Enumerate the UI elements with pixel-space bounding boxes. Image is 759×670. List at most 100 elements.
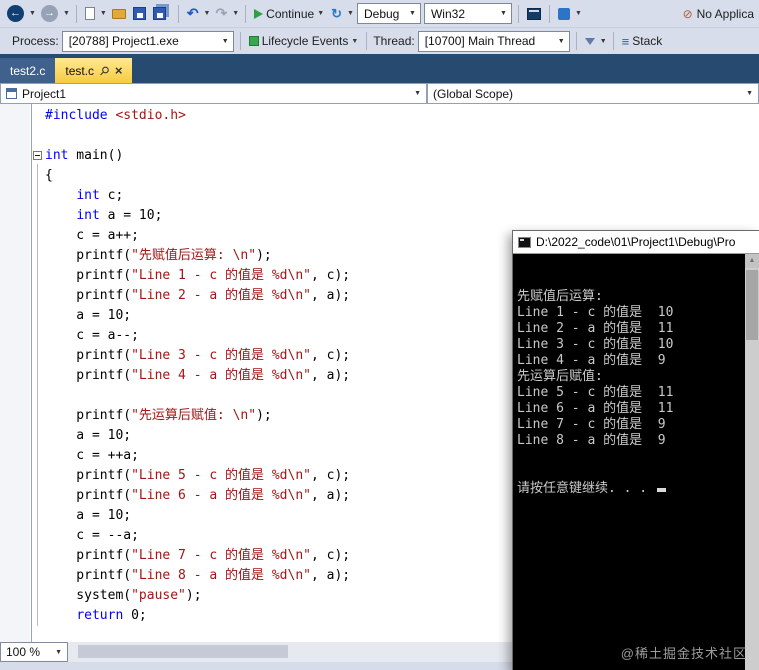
console-output: 先赋值后运算: Line 1 - c 的值是 10 Line 2 - a 的值是 1… xyxy=(513,254,745,670)
console-line: Line 7 - c 的值是 9 xyxy=(517,417,666,432)
application-insights-button[interactable]: ⊘ No Applica xyxy=(683,7,754,21)
funnel-caret-icon[interactable]: ▼ xyxy=(600,38,607,45)
chevron-down-icon: ▼ xyxy=(409,10,416,17)
editor-navigation-bar: Project1 ▼ (Global Scope) ▼ xyxy=(0,83,759,104)
document-tab-strip: test2.c test.c ⚲ × xyxy=(0,54,759,83)
zoom-combo[interactable]: 100 % ▼ xyxy=(0,642,68,662)
undo-button[interactable]: ↶ xyxy=(185,4,201,23)
code-line: { xyxy=(45,168,53,183)
diagnostics-button[interactable] xyxy=(556,7,572,21)
chevron-down-icon: ▼ xyxy=(500,10,507,17)
scroll-up-icon[interactable]: ▲ xyxy=(745,254,759,268)
stack-frame-button[interactable]: ≡ Stack xyxy=(620,33,665,50)
navigate-backward-button[interactable]: ← xyxy=(5,4,26,23)
lifecycle-events-icon xyxy=(248,36,259,46)
toolbar-separator xyxy=(548,4,550,23)
console-scrollbar[interactable]: ▲ xyxy=(745,254,759,670)
console-title-bar[interactable]: D:\2022_code\01\Project1\Debug\Pro xyxy=(513,231,759,254)
diagnostics-caret-icon[interactable]: ▼ xyxy=(575,10,582,17)
save-button[interactable] xyxy=(131,6,148,21)
scope-dropdown-value: (Global Scope) xyxy=(433,86,514,101)
visual-studio-window: ← ▼ → ▼ ▼ ↶ ▼ ↷ ▼ Continue ▼ ↻ ▼ Debug ▼… xyxy=(0,0,759,670)
code-line: int c; xyxy=(76,188,124,203)
immediate-window-button[interactable] xyxy=(525,7,543,21)
toolbar-separator xyxy=(366,32,368,50)
process-combo[interactable]: [20788] Project1.exe ▼ xyxy=(61,30,234,52)
console-line: Line 4 - a 的值是 9 xyxy=(517,353,666,368)
no-application-icon: ⊘ xyxy=(682,6,693,21)
console-window-icon xyxy=(526,7,541,20)
console-line: Line 3 - c 的值是 10 xyxy=(517,337,674,352)
new-file-button[interactable] xyxy=(83,6,97,21)
outline-guide-line xyxy=(37,164,38,626)
console-line: 先赋值后运算: xyxy=(517,289,603,304)
editor-margin xyxy=(0,104,30,642)
chevron-down-icon: ▼ xyxy=(746,90,753,97)
close-icon[interactable]: × xyxy=(115,64,123,77)
solution-platform-combo[interactable]: Win32 ▼ xyxy=(423,3,512,24)
tab-label: test.c xyxy=(65,63,95,78)
code-line: c = ++a; xyxy=(45,448,139,463)
open-file-button[interactable] xyxy=(110,8,128,20)
redo-button[interactable]: ↷ xyxy=(213,4,229,23)
chevron-down-icon: ▼ xyxy=(55,648,62,656)
restart-button[interactable]: ↻ xyxy=(329,5,344,23)
process-label: Process: xyxy=(12,34,59,48)
code-line: printf("先运算后赋值: \n"); xyxy=(45,408,272,423)
restart-icon: ↻ xyxy=(331,5,343,21)
code-line: printf("Line 5 - c 的值是 %d\n", c); xyxy=(45,468,351,483)
console-line: Line 6 - a 的值是 11 xyxy=(517,401,674,416)
console-line: Line 5 - c 的值是 11 xyxy=(517,385,674,400)
flag-threads-button[interactable] xyxy=(583,37,597,46)
thread-label: Thread: xyxy=(373,34,415,48)
restart-caret-icon[interactable]: ▼ xyxy=(347,10,354,17)
solution-configuration-combo[interactable]: Debug ▼ xyxy=(356,3,421,24)
console-window: D:\2022_code\01\Project1\Debug\Pro 先赋值后运… xyxy=(512,230,759,670)
code-line: printf("Line 1 - c 的值是 %d\n", c); xyxy=(45,268,351,283)
console-lines: 先赋值后运算: Line 1 - c 的值是 10 Line 2 - a 的值是 1… xyxy=(517,289,745,449)
undo-caret-icon[interactable]: ▼ xyxy=(204,10,211,17)
project-dropdown[interactable]: Project1 ▼ xyxy=(0,83,427,104)
console-scrollbar-thumb[interactable] xyxy=(746,270,758,340)
tab-test-c[interactable]: test.c ⚲ × xyxy=(55,58,133,83)
toolbar-separator xyxy=(612,32,614,50)
redo-caret-icon[interactable]: ▼ xyxy=(232,10,239,17)
lifecycle-events-button[interactable]: Lifecycle Events ▼ xyxy=(247,33,361,49)
continue-label: Continue xyxy=(266,6,315,21)
toolbar-separator xyxy=(517,4,519,23)
navigate-forward-button[interactable]: → xyxy=(39,4,60,23)
back-history-caret-icon[interactable]: ▼ xyxy=(29,10,36,17)
thread-combo[interactable]: [10700] Main Thread ▼ xyxy=(417,30,570,52)
code-line: a = 10; xyxy=(45,428,132,443)
code-line: printf("先赋值后运算: \n"); xyxy=(45,248,272,263)
console-title: D:\2022_code\01\Project1\Debug\Pro xyxy=(536,235,736,249)
tab-label: test2.c xyxy=(10,63,46,78)
toolbar-separator xyxy=(177,4,179,23)
console-line: 先运算后赋值: xyxy=(517,369,603,384)
new-file-caret-icon[interactable]: ▼ xyxy=(100,10,107,17)
zoom-value: 100 % xyxy=(6,645,41,659)
code-line: return 0; xyxy=(76,608,147,623)
horizontal-scrollbar-thumb[interactable] xyxy=(78,645,288,658)
diagnostics-icon xyxy=(557,7,570,20)
continue-button[interactable]: Continue ▼ xyxy=(252,6,326,22)
toolbar-debug-location: Process: [20788] Project1.exe ▼ Lifecycl… xyxy=(0,27,759,54)
code-line: #include <stdio.h> xyxy=(45,108,186,123)
cmd-icon xyxy=(518,236,531,248)
tab-test2-c[interactable]: test2.c xyxy=(0,58,56,83)
console-prompt-line: 请按任意键继续. . . xyxy=(517,481,745,497)
save-all-button[interactable] xyxy=(151,6,172,21)
pin-icon[interactable]: ⚲ xyxy=(96,62,112,78)
forward-history-caret-icon[interactable]: ▼ xyxy=(63,10,70,17)
play-icon xyxy=(254,8,264,19)
scope-dropdown[interactable]: (Global Scope) ▼ xyxy=(427,83,759,104)
code-line: printf("Line 3 - c 的值是 %d\n", c); xyxy=(45,348,351,363)
toolbar-separator xyxy=(239,32,241,50)
collapse-region-icon[interactable] xyxy=(33,151,42,160)
chevron-down-icon: ▼ xyxy=(557,37,565,45)
stack-frame-label: Stack xyxy=(632,34,663,48)
new-file-icon xyxy=(84,7,95,20)
code-line: int a = 10; xyxy=(76,208,163,223)
code-line: a = 10; xyxy=(45,308,132,323)
